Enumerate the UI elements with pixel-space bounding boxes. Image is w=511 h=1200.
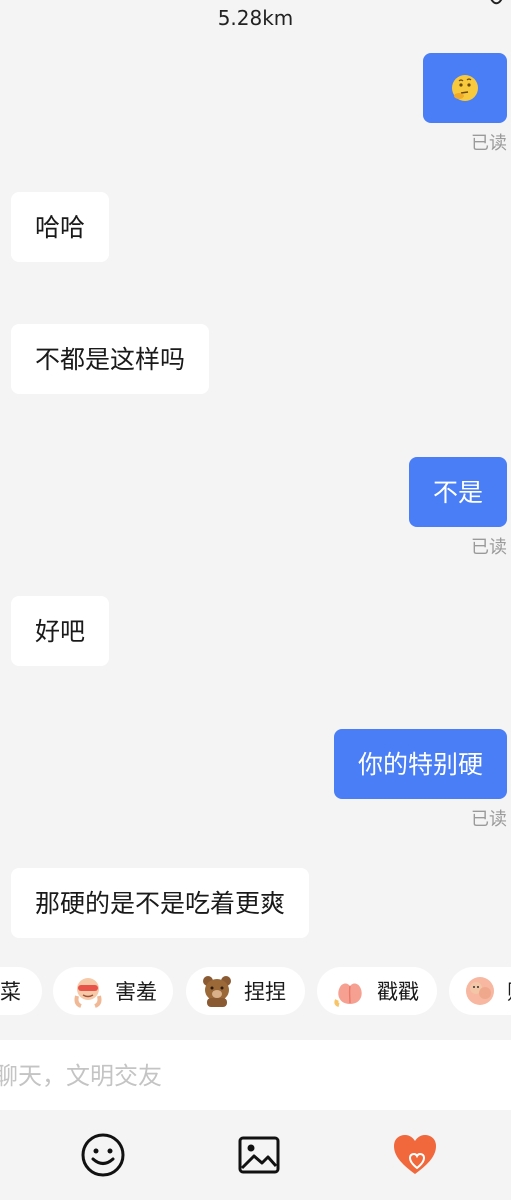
bottom-toolbar	[0, 1110, 511, 1200]
thinking-face-icon	[452, 75, 478, 101]
quick-action-chip[interactable]: 戳戳	[317, 967, 437, 1015]
message-bubble-incoming[interactable]: 那硬的是不是吃着更爽	[11, 868, 310, 938]
message-bubble-incoming[interactable]: 哈哈	[11, 192, 110, 262]
partial-icon	[490, 0, 503, 5]
quick-action-chip[interactable]: 捏捏	[186, 967, 305, 1015]
smile-icon[interactable]	[78, 1130, 128, 1180]
chip-label: 菜	[0, 980, 21, 1004]
message-input[interactable]	[0, 1040, 511, 1112]
message-bubble-outgoing[interactable]: 不是	[408, 457, 507, 527]
quick-action-chip[interactable]: 贴	[449, 967, 511, 1015]
distance-label: 5.28km	[217, 6, 294, 30]
hug-icon	[466, 977, 494, 1005]
chip-label: 戳戳	[377, 980, 419, 1004]
chip-label: 贴	[507, 976, 511, 1006]
message-input-container	[0, 1040, 511, 1112]
read-receipt: 已读	[471, 537, 507, 558]
quick-action-chip[interactable]: 菜	[0, 967, 42, 1015]
heart-icon[interactable]	[390, 1130, 440, 1180]
message-bubble-incoming[interactable]: 不都是这样吗	[11, 324, 210, 394]
chip-label: 害羞	[115, 980, 157, 1004]
chip-label: 捏捏	[244, 980, 286, 1004]
message-bubble-incoming[interactable]: 好吧	[11, 596, 110, 666]
quick-actions-bar: 菜 害羞 捏捏 戳戳	[0, 960, 511, 1022]
read-receipt: 已读	[471, 809, 507, 830]
image-icon[interactable]	[234, 1130, 284, 1180]
message-bubble-outgoing[interactable]: 你的特别硬	[333, 729, 507, 799]
message-bubble-outgoing[interactable]	[423, 53, 507, 123]
peach-icon	[334, 983, 362, 1007]
quick-action-chip[interactable]: 害羞	[53, 967, 173, 1015]
shy-face-icon	[74, 978, 102, 1008]
read-receipt: 已读	[471, 133, 507, 154]
bear-icon	[203, 976, 231, 1007]
